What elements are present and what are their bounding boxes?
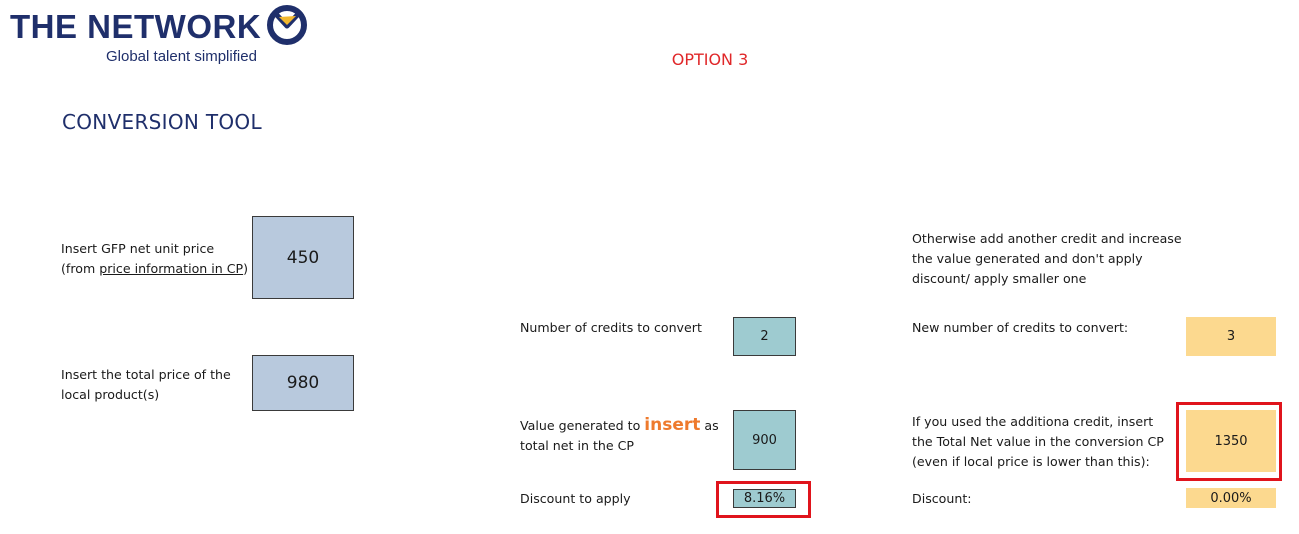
value-generated-value[interactable]: 900 [733, 410, 796, 470]
new-credits-value[interactable]: 3 [1186, 317, 1276, 356]
credits-to-convert-value[interactable]: 2 [733, 317, 796, 356]
add-credit-instructions: Otherwise add another credit and increas… [912, 231, 1182, 286]
gfp-price-label: Insert GFP net unit price (from price in… [61, 239, 249, 279]
value-generated-label: Value generated to insert as total net i… [520, 415, 720, 456]
logo-subtitle: Global talent simplified [106, 48, 257, 65]
gfp-price-input[interactable]: 450 [252, 216, 354, 299]
local-price-input[interactable]: 980 [252, 355, 354, 411]
insert-emphasis: insert [644, 415, 701, 435]
discount-value[interactable]: 0.00% [1186, 488, 1276, 508]
credits-to-convert-label: Number of credits to convert [520, 320, 702, 335]
option-title: OPTION 3 [671, 50, 749, 69]
total-net-value-label: If you used the additiona credit, insert… [912, 414, 1164, 469]
page-title: CONVERSION TOOL [62, 110, 262, 134]
price-information-link[interactable]: price information in CP [99, 261, 243, 276]
logo-title: THE NETWORK [10, 8, 262, 45]
discount-to-apply-value[interactable]: 8.16% [733, 489, 796, 508]
discount-label: Discount: [912, 491, 972, 506]
discount-to-apply-label: Discount to apply [520, 491, 631, 506]
gfp-price-label-suffix: ) [243, 261, 249, 276]
local-price-label: Insert the total price of the local prod… [61, 367, 231, 402]
total-net-value[interactable]: 1350 [1186, 410, 1276, 472]
value-generated-label-prefix: Value generated to [520, 418, 645, 433]
new-credits-label: New number of credits to convert: [912, 320, 1129, 335]
network-circle-logo-icon [267, 5, 307, 45]
